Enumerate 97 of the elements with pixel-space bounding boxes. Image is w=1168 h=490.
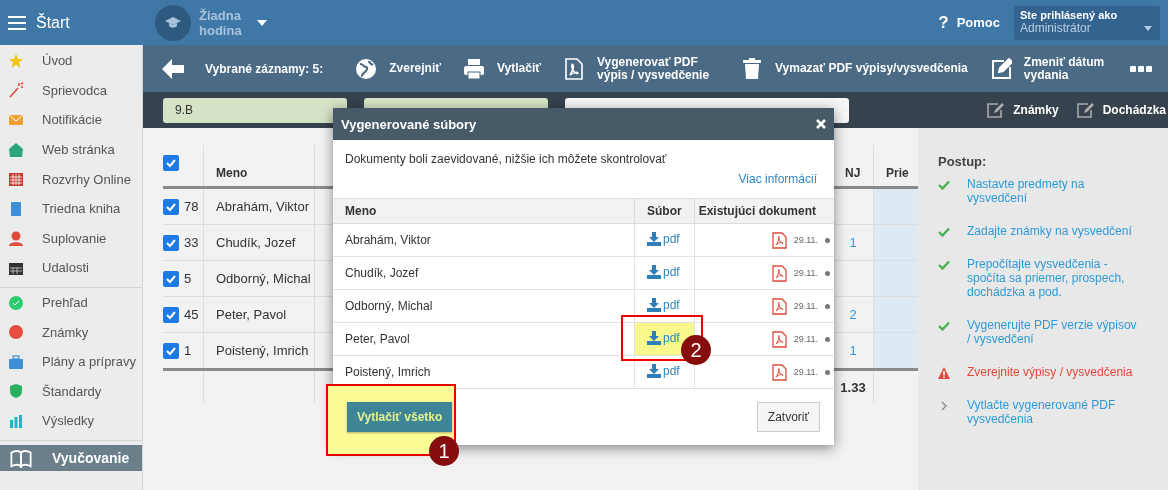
- sidebar-item[interactable]: Prehľad: [0, 287, 142, 318]
- checkbox[interactable]: [163, 198, 179, 215]
- step-link[interactable]: Zverejnite výpisy / vysvedčenia: [967, 365, 1142, 379]
- table-cell: Peter, Pavol: [203, 296, 315, 333]
- sidebar-item[interactable]: Vyučovanie: [0, 444, 142, 471]
- document-date: 29.11.: [793, 367, 818, 377]
- table-cell: 1.33: [840, 379, 866, 395]
- more-info-link[interactable]: Viac informácií: [738, 172, 817, 186]
- sidebar-item[interactable]: Udalosti: [0, 253, 142, 283]
- pdf-icon[interactable]: [771, 231, 787, 249]
- pdf-icon[interactable]: [771, 363, 787, 381]
- checkbox[interactable]: [163, 234, 179, 251]
- column-header: Súbor: [634, 198, 695, 224]
- graduation-cap-icon[interactable]: [155, 4, 191, 41]
- dialog-message: Dokumenty boli zaevidované, nižšie ich môžete skontrolovať: [344, 152, 668, 166]
- close-button[interactable]: Zatvoriť: [756, 402, 820, 432]
- toolbar-button[interactable]: Zmeniť dátum vydania: [989, 55, 1116, 82]
- sidebar-item[interactable]: Výsledky: [0, 406, 142, 436]
- row-number: 1: [184, 343, 192, 359]
- sidebar-item[interactable]: Známky: [0, 317, 142, 347]
- toolbar-button[interactable]: Vytlačiť: [463, 57, 542, 80]
- back-arrow-icon[interactable]: [161, 57, 185, 80]
- steps-title: Postup:: [938, 154, 988, 169]
- caret-icon[interactable]: [257, 19, 267, 26]
- sidebar-item[interactable]: Notifikácie: [0, 105, 142, 135]
- toolbar-button[interactable]: Vygenerovať PDF výpis / vysvedčenie: [563, 55, 720, 82]
- sidebar-item[interactable]: Triedna kniha: [0, 193, 142, 224]
- toolbar-button[interactable]: Vymazať PDF výpisy/vysvedčenia: [741, 57, 968, 80]
- edit-icon[interactable]: [1076, 102, 1095, 118]
- sidebar-icon: [8, 82, 24, 99]
- sidebar-item[interactable]: Rozvrhy Online: [0, 164, 142, 194]
- row-number: 45: [184, 307, 199, 323]
- caret-icon[interactable]: [1144, 25, 1152, 31]
- more-icon[interactable]: [1129, 65, 1152, 72]
- printer-icon[interactable]: [463, 57, 486, 80]
- table-cell: Chudík, Jozef: [333, 256, 635, 290]
- table-cell: Chudík, Jozef: [203, 224, 315, 261]
- edit-link[interactable]: Dochádzka: [1076, 102, 1166, 118]
- table-cell: 2: [849, 307, 857, 322]
- table-cell: Peter, Pavol: [333, 322, 635, 356]
- sidebar-icon: [8, 383, 24, 400]
- sidebar-icon: [8, 294, 24, 311]
- close-icon[interactable]: [816, 119, 826, 129]
- step-marker: 1: [429, 436, 459, 466]
- document-date: 29.11.: [793, 301, 818, 311]
- document-date: 29.11.: [793, 268, 818, 278]
- sidebar-item[interactable]: Web stránka: [0, 134, 142, 165]
- trash-icon[interactable]: [741, 57, 764, 80]
- edit-link[interactable]: Známky: [987, 102, 1059, 118]
- sidebar-icon: [8, 52, 24, 69]
- row-number: 33: [184, 235, 199, 251]
- help-icon[interactable]: ?: [938, 12, 949, 33]
- sidebar-icon: [8, 112, 24, 128]
- sidebar-icon: [8, 171, 24, 188]
- table-cell: Odborný, Michal: [203, 260, 315, 297]
- sidebar-icon: [8, 353, 24, 370]
- table-cell: Odborný, Michal: [333, 289, 635, 323]
- row-number: 5: [184, 271, 192, 287]
- sidebar-icon: [8, 230, 24, 247]
- print-all-button[interactable]: Vytlačiť všetko: [347, 402, 453, 432]
- menu-label[interactable]: Štart: [36, 13, 70, 32]
- sidebar-item[interactable]: Suplovanie: [0, 223, 142, 254]
- table-cell: 1: [849, 343, 857, 358]
- table-cell: Abrahám, Viktor: [203, 187, 315, 225]
- table-cell: Poistený, Imrich: [203, 332, 315, 370]
- sidebar-icon: [8, 200, 24, 217]
- sidebar-item[interactable]: Plány a prípravy: [0, 346, 142, 377]
- pdf-icon[interactable]: [771, 297, 787, 315]
- edit-icon[interactable]: [987, 102, 1006, 118]
- row-number: 78: [184, 199, 199, 215]
- table-cell: 1: [849, 235, 857, 250]
- table-cell: Abrahám, Viktor: [333, 223, 635, 257]
- checkbox[interactable]: [163, 154, 179, 171]
- user-menu[interactable]: Ste prihlásený ako Administrátor: [1014, 5, 1160, 40]
- sidebar-item[interactable]: Sprievodca: [0, 75, 142, 106]
- column-header: Meno: [333, 198, 635, 224]
- document-date: 29.11.: [793, 334, 818, 344]
- checkbox[interactable]: [163, 306, 179, 323]
- column-header: Meno: [203, 145, 315, 188]
- help-link[interactable]: Pomoc: [956, 15, 1000, 30]
- document-date: 29.11.: [793, 235, 818, 245]
- checkbox[interactable]: [163, 342, 179, 359]
- sidebar-icon: [8, 412, 24, 429]
- sidebar-item[interactable]: Úvod: [0, 46, 142, 76]
- pdf-file-icon[interactable]: [563, 57, 586, 80]
- toolbar-button[interactable]: Zverejniť: [355, 57, 442, 80]
- menu-icon[interactable]: [8, 15, 26, 30]
- column-header: Existujúci dokument: [694, 198, 834, 224]
- sidebar-icon: [8, 141, 24, 158]
- pdf-icon[interactable]: [771, 330, 787, 348]
- step-marker: 2: [681, 335, 711, 365]
- selected-count: Vybrané záznamy: 5:: [205, 61, 324, 76]
- edit-icon[interactable]: [989, 57, 1012, 80]
- checkbox[interactable]: [163, 270, 179, 287]
- sidebar-item[interactable]: Štandardy: [0, 376, 142, 407]
- sidebar-icon: [8, 324, 24, 341]
- pdf-icon[interactable]: [771, 264, 787, 282]
